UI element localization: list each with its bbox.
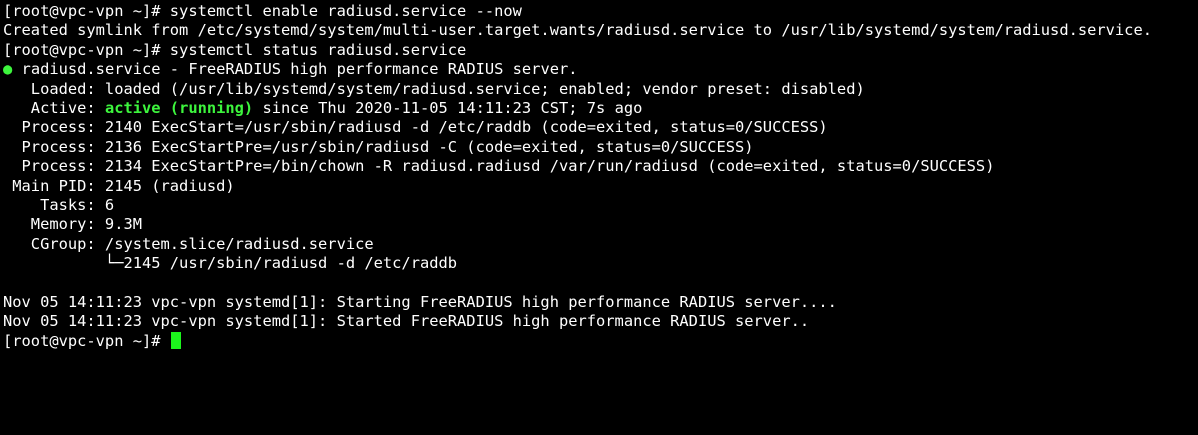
status-process-line: Process: 2134 ExecStartPre=/bin/chown -R…	[3, 157, 995, 176]
status-cgroup-process-line: └─2145 /usr/sbin/radiusd -d /etc/raddb	[3, 254, 458, 273]
status-title-line: ● radiusd.service - FreeRADIUS high perf…	[3, 60, 1198, 79]
status-title: radiusd.service - FreeRADIUS high perfor…	[12, 60, 578, 79]
terminal-prompt-line[interactable]: [root@vpc-vpn ~]#	[3, 331, 1198, 351]
status-memory-line: Memory: 9.3M	[3, 215, 142, 234]
terminal-line-status-command: [root@vpc-vpn ~]# systemctl status radiu…	[3, 40, 467, 59]
status-loaded-line: Loaded: loaded (/usr/lib/systemd/system/…	[3, 79, 865, 98]
status-active-suffix: since Thu 2020-11-05 14:11:23 CST; 7s ag…	[253, 98, 643, 117]
journal-log-line: Nov 05 14:11:23 vpc-vpn systemd[1]: Star…	[3, 312, 810, 331]
shell-prompt: [root@vpc-vpn ~]#	[3, 331, 170, 350]
status-main-pid-line: Main PID: 2145 (radiusd)	[3, 176, 235, 195]
terminal-line-enable-command: [root@vpc-vpn ~]# systemctl enable radiu…	[3, 2, 522, 20]
terminal-window[interactable]: [root@vpc-vpn ~]# systemctl enable radiu…	[0, 0, 1198, 435]
status-process-line: Process: 2136 ExecStartPre=/usr/sbin/rad…	[3, 137, 754, 156]
status-bullet-icon: ●	[3, 60, 13, 79]
journal-log-line: Nov 05 14:11:23 vpc-vpn systemd[1]: Star…	[3, 292, 837, 311]
status-active-state: active (running)	[104, 98, 254, 117]
status-cgroup-line: CGroup: /system.slice/radiusd.service	[3, 234, 374, 253]
status-tasks-line: Tasks: 6	[3, 195, 115, 214]
status-process-line: Process: 2140 ExecStart=/usr/sbin/radius…	[3, 118, 828, 137]
terminal-line-symlink-output: Created symlink from /etc/systemd/system…	[3, 21, 1152, 40]
status-active-line: Active: active (running) since Thu 2020-…	[3, 99, 1198, 118]
status-active-prefix: Active:	[3, 98, 105, 117]
terminal-cursor[interactable]	[170, 331, 181, 349]
